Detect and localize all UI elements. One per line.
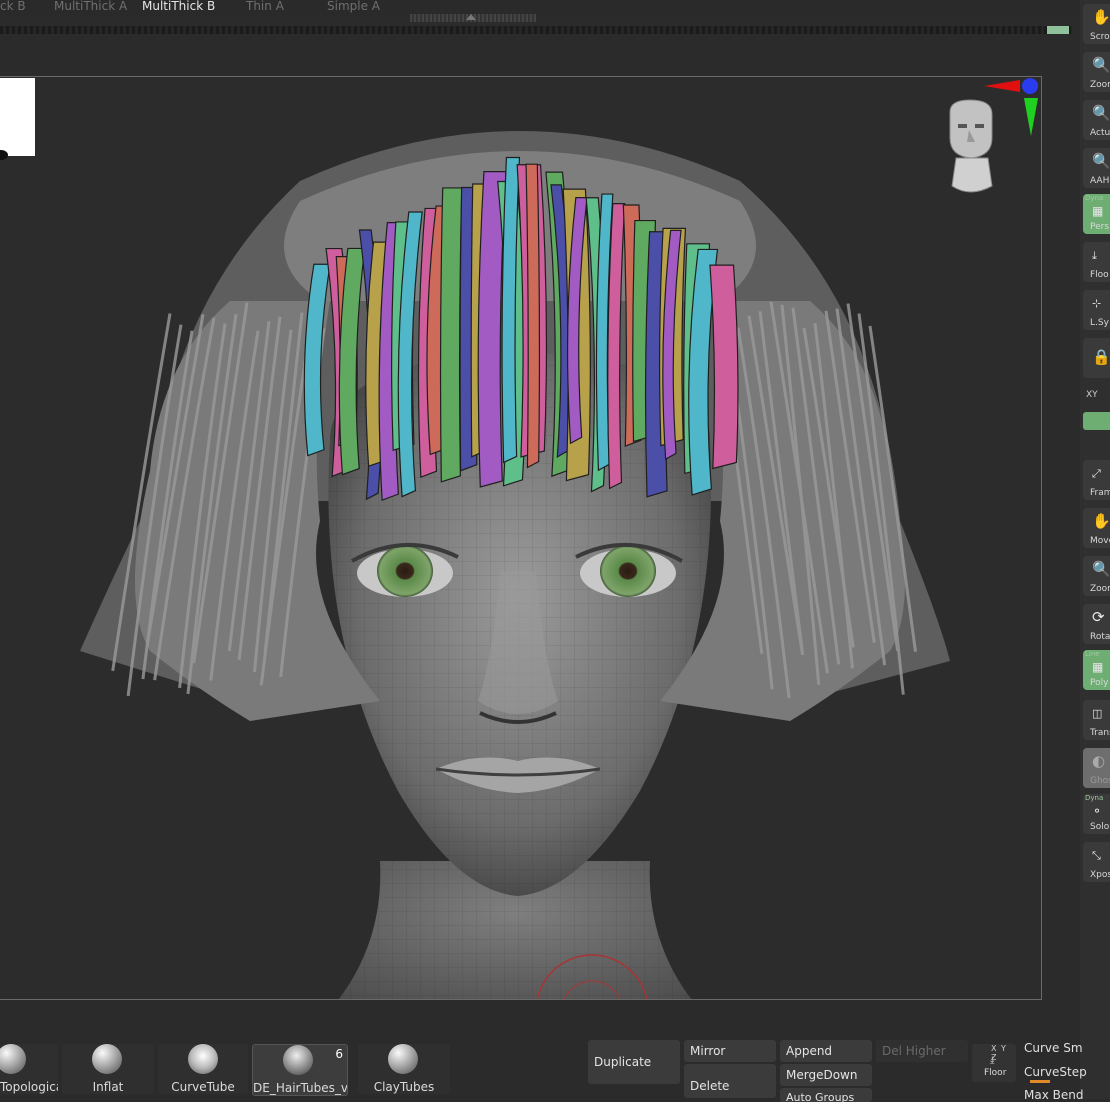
hair-strand xyxy=(525,163,541,469)
xpose-button[interactable]: ⤡ Xpos xyxy=(1083,842,1110,882)
sculpt-model xyxy=(80,131,950,999)
polyframe-button[interactable]: Line ▦ Poly xyxy=(1083,650,1110,690)
floor-grid-button[interactable]: ⤓ Floo xyxy=(1083,242,1110,282)
brush-claytubes[interactable]: ClayTubes xyxy=(358,1044,450,1094)
mirror-button[interactable]: Mirror xyxy=(684,1040,776,1062)
floor-button[interactable]: X Y Z ⤓ Floor xyxy=(972,1044,1016,1082)
lock-button[interactable]: 🔒 xyxy=(1083,338,1110,378)
navigator-thumbnail[interactable] xyxy=(0,78,35,160)
topological-brush-icon xyxy=(0,1044,26,1074)
xpose-icon: ⤡ xyxy=(1092,849,1101,862)
scroll-button[interactable]: ✋ Scro xyxy=(1083,4,1110,44)
ghost-button[interactable]: ◐ Ghos xyxy=(1083,748,1110,788)
xyz-rotate-toggle[interactable]: XY xyxy=(1086,390,1098,400)
transparency-icon: ◫ xyxy=(1092,707,1103,720)
tab-thick-b[interactable]: ck B xyxy=(0,0,26,13)
curve-step-slider[interactable]: CurveStep xyxy=(1024,1065,1087,1079)
top-tab-bar: ck B MultiThick A MultiThick B Thin A Si… xyxy=(0,0,1080,16)
auto-groups-button[interactable]: Auto Groups xyxy=(780,1088,872,1102)
lock-icon: 🔒 xyxy=(1092,348,1110,366)
rotate-button[interactable]: ⟳ Rota xyxy=(1083,604,1110,644)
z-axis-icon xyxy=(1022,78,1038,94)
orientation-gizmo[interactable] xyxy=(940,74,1050,204)
y-axis-icon xyxy=(1024,98,1038,136)
curve-smooth-slider[interactable]: Curve Sm xyxy=(1024,1041,1083,1055)
zoom-icon: 🔍 xyxy=(1092,104,1110,122)
brush-count-badge: 6 xyxy=(335,1047,343,1061)
brush-de-hairtubes[interactable]: 6 DE_HairTubes_v. xyxy=(252,1044,348,1096)
rotate-y-toggle[interactable] xyxy=(1083,412,1110,430)
status-indicator xyxy=(1047,26,1069,34)
floor-icon: ⤓ xyxy=(1092,249,1097,262)
hair-strand xyxy=(709,264,739,470)
document-canvas[interactable] xyxy=(0,76,1042,1000)
local-symmetry-icon: ⊹ xyxy=(1092,297,1102,310)
move-button[interactable]: ✋ Move xyxy=(1083,508,1110,548)
polyframe-icon: ▦ xyxy=(1092,660,1104,674)
claytubes-brush-icon xyxy=(388,1044,418,1074)
perspective-button[interactable]: Dyna ▦ Pers xyxy=(1083,194,1110,234)
merge-down-button[interactable]: MergeDown xyxy=(780,1064,872,1086)
inflate-brush-icon xyxy=(92,1044,122,1074)
aahalf-button[interactable]: 🔍 AAHa xyxy=(1083,148,1110,188)
local-symmetry-button[interactable]: ⊹ L.Sy xyxy=(1083,290,1110,330)
max-bend-slider[interactable]: Max Bend xyxy=(1024,1088,1083,1102)
hairtubes-brush-icon xyxy=(283,1045,313,1075)
head-navigator-icon xyxy=(949,99,993,193)
rotate-icon: ⟳ xyxy=(1092,608,1105,626)
hair-strand xyxy=(439,187,463,483)
del-higher-button[interactable]: Del Higher xyxy=(876,1040,968,1062)
solo-icon: ⚬ xyxy=(1092,804,1103,818)
brush-curvetube[interactable]: CurveTube xyxy=(158,1044,248,1094)
brush-inflate[interactable]: Inflat xyxy=(62,1044,154,1094)
x-axis-icon xyxy=(984,80,1020,92)
frame-button[interactable]: ⤢ Fram xyxy=(1083,460,1110,500)
zoom3d-button[interactable]: 🔍 Zoom xyxy=(1083,556,1110,596)
actual-size-button[interactable]: 🔍 Actu xyxy=(1083,100,1110,140)
solo-button[interactable]: Dyna ⚬ Solo xyxy=(1083,794,1110,834)
zoom-icon: 🔍 xyxy=(1092,152,1110,170)
tab-simple-a[interactable]: Simple A xyxy=(327,0,380,13)
duplicate-button[interactable]: Duplicate xyxy=(588,1040,680,1084)
perspective-icon: ▦ xyxy=(1092,204,1104,218)
tab-multithick-a[interactable]: MultiThick A xyxy=(54,0,127,13)
tab-multithick-b[interactable]: MultiThick B xyxy=(142,0,215,13)
zoom-icon: 🔍 xyxy=(1092,560,1110,578)
brush-topological[interactable]: Topologica xyxy=(0,1044,58,1094)
hand-icon: ✋ xyxy=(1092,512,1110,530)
delete-button[interactable]: Delete xyxy=(684,1064,776,1098)
floor-icon: ⤓ xyxy=(990,1055,995,1066)
curvetube-brush-icon xyxy=(188,1044,218,1074)
frame-icon: ⤢ xyxy=(1092,467,1101,480)
hand-icon: ✋ xyxy=(1092,8,1110,26)
tab-thin-a[interactable]: Thin A xyxy=(246,0,284,13)
transparency-button[interactable]: ◫ Trans xyxy=(1083,700,1110,740)
bottom-shelf: Topologica Inflat CurveTube 6 DE_HairTub… xyxy=(0,1036,1080,1102)
ghost-icon: ◐ xyxy=(1092,752,1106,770)
right-view-rail: ✋ Scro 🔍 Zoom 🔍 Actu 🔍 AAHa Dyna ▦ Pers … xyxy=(1080,0,1110,1099)
zoom-button[interactable]: 🔍 Zoom xyxy=(1083,52,1110,92)
zoom-icon: 🔍 xyxy=(1092,56,1110,74)
panel-collapse-handle[interactable] xyxy=(410,14,536,22)
curve-step-slider-fill[interactable] xyxy=(1030,1080,1050,1083)
append-button[interactable]: Append xyxy=(780,1040,872,1062)
progress-strip xyxy=(0,26,1072,34)
